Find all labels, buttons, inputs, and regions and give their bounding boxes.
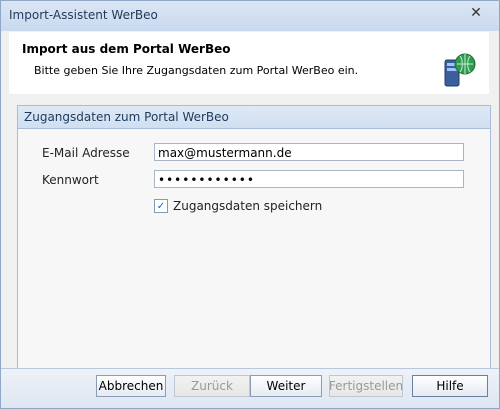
checkbox-box[interactable]: ✓ — [154, 199, 168, 213]
cancel-button-label: Abbrechen — [98, 379, 164, 393]
checkmark-icon: ✓ — [156, 200, 166, 212]
group-header: Zugangsdaten zum Portal WerBeo — [18, 106, 490, 129]
help-button[interactable]: Hilfe — [412, 375, 488, 397]
credentials-group: Zugangsdaten zum Portal WerBeo E-Mail Ad… — [17, 105, 491, 369]
next-button[interactable]: Weiter — [250, 375, 322, 397]
back-button-label: Zurück — [191, 379, 233, 393]
header-title: Import aus dem Portal WerBeo — [22, 42, 231, 56]
help-button-label: Hilfe — [436, 379, 464, 393]
close-icon: ✕ — [470, 5, 482, 21]
email-field[interactable]: max@mustermann.de — [154, 143, 464, 161]
wizard-header: Import aus dem Portal WerBeo Bitte geben… — [9, 32, 489, 94]
email-label: E-Mail Adresse — [42, 146, 130, 160]
password-field[interactable]: •••••••••••• — [154, 170, 464, 188]
import-wizard-window: Import-Assistent WerBeo ✕ Import aus dem… — [0, 0, 500, 409]
remember-credentials-label: Zugangsdaten speichern — [173, 199, 323, 213]
group-title: Zugangsdaten zum Portal WerBeo — [24, 110, 229, 124]
finish-button-label: Fertigstellen — [328, 379, 404, 393]
server-globe-icon — [444, 53, 476, 87]
cancel-button[interactable]: Abbrechen — [96, 375, 166, 397]
close-button[interactable]: ✕ — [461, 3, 491, 23]
finish-button[interactable]: Fertigstellen — [329, 375, 403, 397]
remember-credentials-checkbox[interactable]: ✓ Zugangsdaten speichern — [154, 199, 322, 213]
header-subtitle: Bitte geben Sie Ihre Zugangsdaten zum Po… — [34, 64, 359, 77]
title-bar: Import-Assistent WerBeo ✕ — [1, 1, 499, 31]
next-button-label: Weiter — [266, 379, 306, 393]
back-button[interactable]: Zurück — [174, 375, 250, 397]
password-label: Kennwort — [42, 173, 99, 187]
window-title: Import-Assistent WerBeo — [9, 8, 158, 22]
